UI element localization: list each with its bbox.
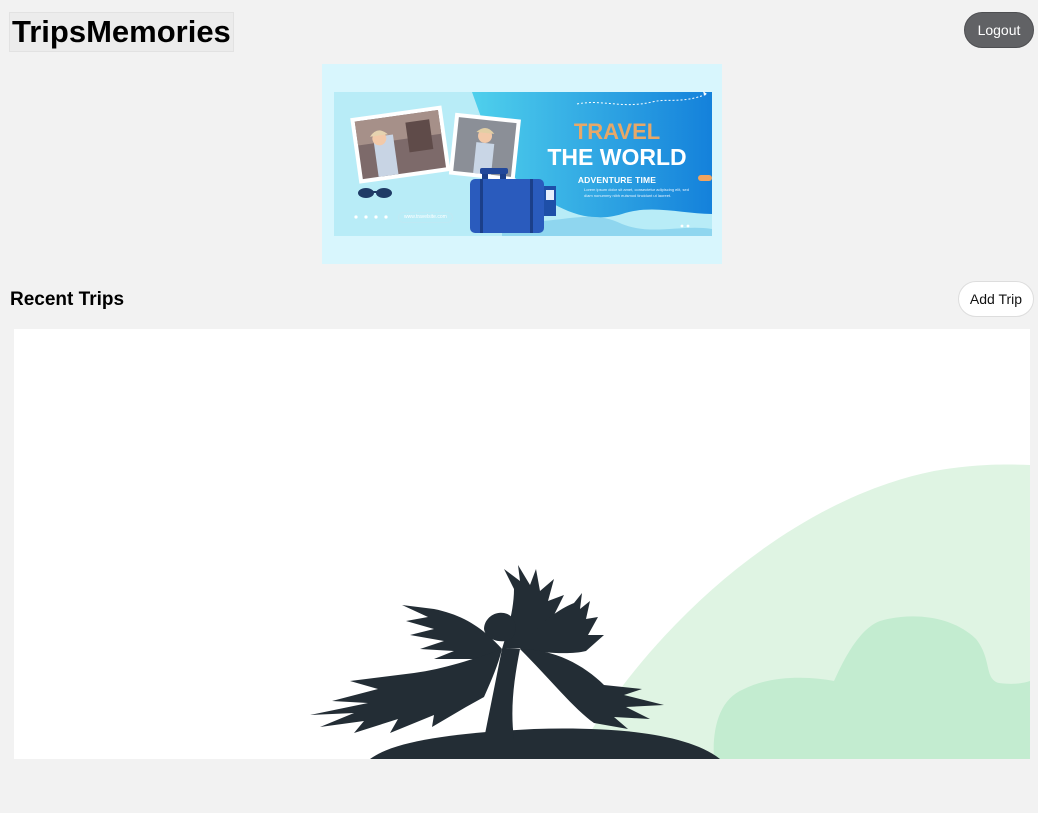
banner-headline-travel: TRAVEL: [573, 119, 661, 144]
add-trip-button[interactable]: Add Trip: [958, 281, 1034, 317]
banner-body-text: Lorem ipsum dolor sit amet, consectetur …: [584, 187, 689, 198]
banner-headline-world: THE WORLD: [547, 144, 687, 170]
travel-banner-image: TRAVEL THE WORLD ADVENTURE TIME Lorem ip…: [322, 64, 722, 264]
tropical-illustration: [310, 464, 1030, 759]
recent-trips-panel: [14, 329, 1030, 759]
banner-subheadline: ADVENTURE TIME: [577, 175, 657, 185]
banner-url: www.travelsite.com: [398, 212, 453, 223]
photo-left: [350, 105, 451, 184]
app-title: TripsMemories: [9, 12, 234, 52]
recent-trips-heading: Recent Trips: [10, 289, 125, 310]
page: TripsMemories Logout TRAVEL THE WORLD AD…: [0, 0, 1038, 813]
logout-button[interactable]: Logout: [964, 12, 1034, 48]
